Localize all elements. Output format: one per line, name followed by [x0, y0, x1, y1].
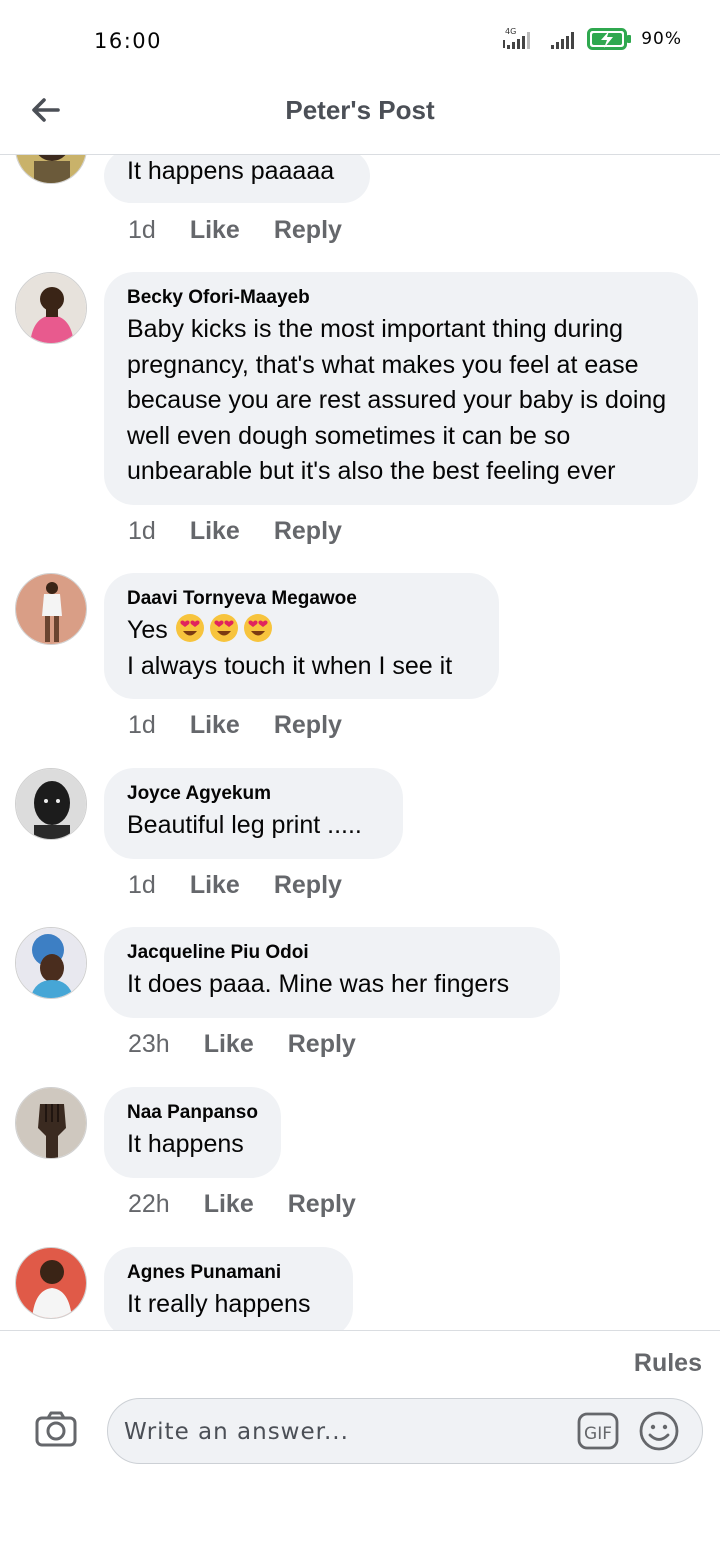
comment-time: 23h — [128, 1030, 170, 1058]
emoji-button[interactable] — [638, 1410, 680, 1457]
camera-button[interactable] — [35, 1411, 77, 1452]
comment-actions: 1d Like Reply — [128, 711, 342, 740]
svg-text:4G: 4G — [505, 27, 516, 36]
like-button[interactable]: Like — [204, 1190, 254, 1219]
comment-bubble[interactable]: Daavi Tornyeva Megawoe Yes I always touc… — [104, 573, 499, 699]
comment-text: It happens — [127, 1130, 244, 1158]
comment-author[interactable]: Becky Ofori-Maayeb — [127, 286, 675, 310]
signal-4g-icon: 4G — [503, 27, 531, 49]
comment-text-line: Yes — [127, 616, 168, 644]
status-bar: 16:00 4G 90% — [0, 0, 720, 80]
comment-text: Baby kicks is the most important thing d… — [127, 315, 667, 485]
comments-list[interactable]: It happens paaaaa 1d Like Reply Becky Of… — [0, 155, 720, 1330]
battery-charging-icon — [587, 28, 632, 50]
comment-time: 1d — [128, 711, 156, 739]
comment-time: 22h — [128, 1190, 170, 1218]
page-title: Peter's Post — [285, 95, 435, 125]
reply-button[interactable]: Reply — [288, 1190, 356, 1219]
reply-button[interactable]: Reply — [274, 871, 342, 900]
reply-button[interactable]: Reply — [274, 711, 342, 740]
comment-time: 1d — [128, 871, 156, 899]
status-icons: 4G 90% — [501, 26, 682, 52]
comment-author[interactable]: Naa Panpanso — [127, 1101, 258, 1125]
header: Peter's Post — [0, 80, 720, 155]
comment-author[interactable]: Daavi Tornyeva Megawoe — [127, 587, 476, 611]
heart-eyes-emoji-icon — [243, 614, 272, 642]
gif-icon: GIF — [577, 1412, 619, 1450]
avatar[interactable] — [15, 1087, 87, 1159]
comment-actions: 23h Like Reply — [128, 1030, 356, 1059]
comment-bubble[interactable]: Naa Panpanso It happens — [104, 1087, 281, 1178]
avatar[interactable] — [15, 927, 87, 999]
comment-text: Beautiful leg print ..... — [127, 811, 362, 839]
avatar[interactable] — [15, 155, 87, 184]
heart-eyes-emoji-icon — [175, 614, 204, 642]
signal-icon — [551, 32, 575, 49]
avatar[interactable] — [15, 1247, 87, 1319]
avatar[interactable] — [15, 768, 87, 840]
like-button[interactable]: Like — [190, 871, 240, 900]
reply-button[interactable]: Reply — [274, 517, 342, 546]
like-button[interactable]: Like — [204, 1030, 254, 1059]
comment-bubble[interactable]: It happens paaaaa — [104, 155, 370, 203]
like-button[interactable]: Like — [190, 517, 240, 546]
comment-text: It really happens — [127, 1290, 311, 1318]
avatar-image — [16, 273, 86, 343]
like-button[interactable]: Like — [190, 216, 240, 245]
comment-text-line: I always touch it when I see it — [127, 651, 453, 680]
comment-time: 1d — [128, 216, 156, 244]
avatar-image — [16, 928, 86, 998]
comment-actions: 22h Like Reply — [128, 1190, 356, 1219]
gif-button[interactable]: GIF — [577, 1412, 619, 1455]
like-button[interactable]: Like — [190, 711, 240, 740]
avatar[interactable] — [15, 272, 87, 344]
camera-icon — [35, 1411, 77, 1447]
answer-input[interactable] — [122, 1411, 566, 1453]
status-time: 16:00 — [94, 29, 163, 53]
avatar[interactable] — [15, 573, 87, 645]
smiley-icon — [639, 1411, 679, 1451]
answer-input-box[interactable]: GIF — [107, 1398, 703, 1464]
comment-author[interactable]: Jacqueline Piu Odoi — [127, 941, 537, 965]
comment-actions: 1d Like Reply — [128, 216, 342, 245]
comment-bubble[interactable]: Agnes Punamani It really happens — [104, 1247, 353, 1330]
avatar-image — [16, 1088, 86, 1158]
heart-eyes-emoji-icon — [209, 614, 238, 642]
comment-bubble[interactable]: Jacqueline Piu Odoi It does paaa. Mine w… — [104, 927, 560, 1018]
comment-bubble[interactable]: Becky Ofori-Maayeb Baby kicks is the mos… — [104, 272, 698, 505]
comment-author[interactable]: Agnes Punamani — [127, 1261, 330, 1285]
reply-button[interactable]: Reply — [274, 216, 342, 245]
comment-actions: 1d Like Reply — [128, 871, 342, 900]
avatar-image — [16, 155, 86, 183]
avatar-image — [16, 769, 86, 839]
reply-button[interactable]: Reply — [288, 1030, 356, 1059]
rules-link[interactable]: Rules — [634, 1349, 702, 1378]
comment-text: It happens paaaaa — [127, 157, 335, 185]
comment-actions: 1d Like Reply — [128, 517, 342, 546]
composer: Rules GIF — [0, 1330, 720, 1561]
battery-percent: 90% — [641, 29, 682, 49]
comment-text: Yes I always touch it when I see it — [127, 613, 476, 684]
gif-label: GIF — [584, 1424, 612, 1444]
avatar-image — [16, 574, 86, 644]
comment-time: 1d — [128, 517, 156, 545]
heart-eyes-emoji-group — [175, 614, 277, 644]
comment-author[interactable]: Joyce Agyekum — [127, 782, 380, 806]
comment-text: It does paaa. Mine was her fingers — [127, 970, 510, 998]
comment-bubble[interactable]: Joyce Agyekum Beautiful leg print ..... — [104, 768, 403, 859]
avatar-image — [16, 1248, 86, 1318]
